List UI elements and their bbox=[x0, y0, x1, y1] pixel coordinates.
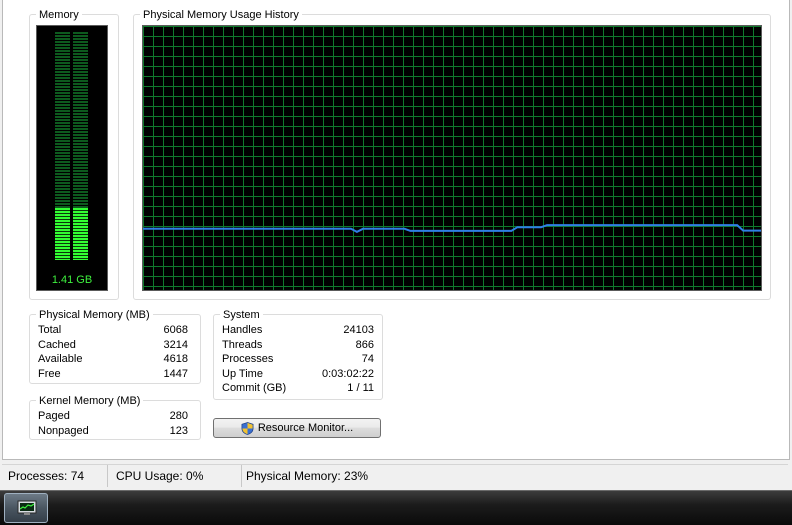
performance-tab-panel: Memory 1.41 GB Physical Memory Usage His… bbox=[2, 0, 790, 460]
memory-groupbox-title: Memory bbox=[36, 8, 82, 22]
system-row-handles: Handles 24103 bbox=[222, 323, 374, 338]
stat-label: Commit (GB) bbox=[222, 382, 287, 394]
stat-label: Up Time bbox=[222, 368, 263, 380]
stat-label: Cached bbox=[38, 339, 76, 351]
stat-value: 1 / 11 bbox=[347, 382, 374, 394]
stat-value: 123 bbox=[169, 425, 188, 437]
taskbar bbox=[0, 490, 792, 525]
stat-label: Paged bbox=[38, 410, 70, 422]
stat-value: 24103 bbox=[343, 324, 374, 336]
memory-meter-left-fill bbox=[55, 207, 70, 260]
memory-meter-right-column bbox=[73, 32, 88, 260]
memory-history-svg bbox=[143, 26, 761, 290]
stat-value: 280 bbox=[169, 410, 188, 422]
resource-monitor-button[interactable]: Resource Monitor... bbox=[213, 418, 381, 438]
stat-value: 866 bbox=[355, 339, 374, 351]
stat-label: Threads bbox=[222, 339, 263, 351]
memory-meter-left-column bbox=[55, 32, 70, 260]
task-manager-icon bbox=[17, 500, 37, 515]
status-cpu-usage: CPU Usage: 0% bbox=[110, 465, 242, 487]
kernel-memory-row-nonpaged: Nonpaged 123 bbox=[38, 424, 188, 439]
taskbar-task-manager-button[interactable] bbox=[4, 493, 48, 523]
memory-meter: 1.41 GB bbox=[36, 25, 108, 291]
physical-memory-row-available: Available 4618 bbox=[38, 352, 188, 367]
physical-memory-title: Physical Memory (MB) bbox=[36, 308, 153, 322]
stat-label: Free bbox=[38, 368, 61, 380]
task-manager-window: Memory 1.41 GB Physical Memory Usage His… bbox=[0, 0, 792, 490]
stat-label: Available bbox=[38, 353, 83, 365]
kernel-memory-title: Kernel Memory (MB) bbox=[36, 394, 144, 408]
system-row-threads: Threads 866 bbox=[222, 338, 374, 353]
system-row-up-time: Up Time 0:03:02:22 bbox=[222, 367, 374, 382]
memory-history-title: Physical Memory Usage History bbox=[140, 8, 302, 22]
physical-memory-row-cached: Cached 3214 bbox=[38, 338, 188, 353]
system-row-commit: Commit (GB) 1 / 11 bbox=[222, 381, 374, 396]
memory-history-graph bbox=[142, 25, 762, 291]
stat-value: 1447 bbox=[163, 368, 188, 380]
stat-value: 4618 bbox=[163, 353, 188, 365]
kernel-memory-groupbox: Kernel Memory (MB) Paged 280 Nonpaged 12… bbox=[29, 394, 201, 440]
physical-memory-row-free: Free 1447 bbox=[38, 367, 188, 382]
memory-groupbox: Memory 1.41 GB bbox=[29, 8, 119, 300]
resource-monitor-button-label: Resource Monitor... bbox=[257, 422, 354, 434]
system-groupbox: System Handles 24103 Threads 866 Process… bbox=[213, 308, 383, 400]
stat-label: Handles bbox=[222, 324, 263, 336]
uac-shield-icon bbox=[241, 421, 254, 435]
stat-value: 3214 bbox=[163, 339, 188, 351]
physical-memory-groupbox: Physical Memory (MB) Total 6068 Cached 3… bbox=[29, 308, 201, 384]
stat-label: Total bbox=[38, 324, 62, 336]
memory-history-groupbox: Physical Memory Usage History bbox=[133, 8, 771, 300]
stat-value: 6068 bbox=[163, 324, 188, 336]
memory-meter-value: 1.41 GB bbox=[51, 274, 93, 286]
physical-memory-row-total: Total 6068 bbox=[38, 323, 188, 338]
memory-meter-right-fill bbox=[73, 207, 88, 260]
kernel-memory-row-paged: Paged 280 bbox=[38, 409, 188, 424]
stat-label: Nonpaged bbox=[38, 425, 89, 437]
status-processes: Processes: 74 bbox=[2, 465, 108, 487]
stat-value: 0:03:02:22 bbox=[322, 368, 374, 380]
status-physical-memory: Physical Memory: 23% bbox=[246, 469, 369, 483]
stat-label: Processes bbox=[222, 353, 274, 365]
system-row-processes: Processes 74 bbox=[222, 352, 374, 367]
system-title: System bbox=[220, 308, 263, 322]
stat-value: 74 bbox=[361, 353, 374, 365]
status-bar: Processes: 74 CPU Usage: 0% Physical Mem… bbox=[2, 464, 788, 487]
